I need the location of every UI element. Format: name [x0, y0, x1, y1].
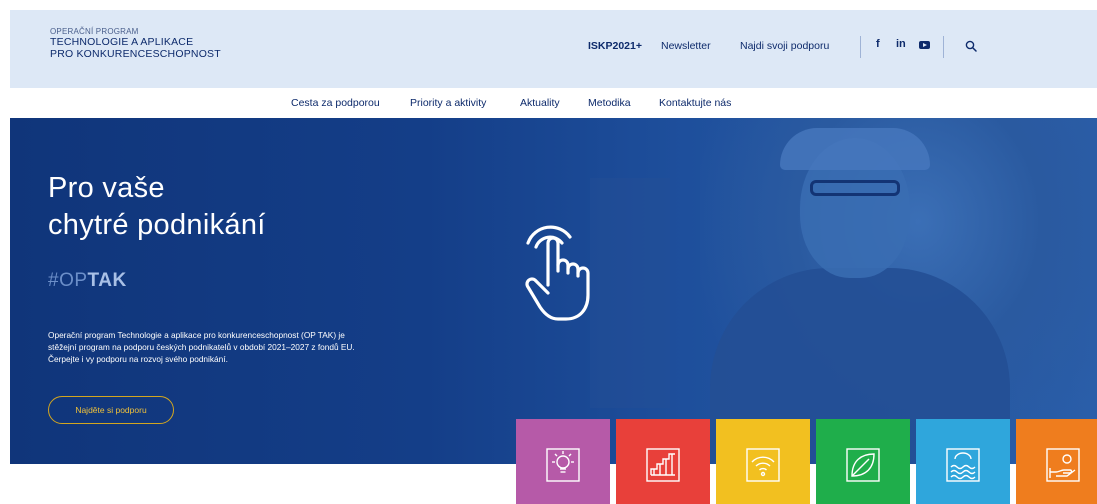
priority-tile-water[interactable] — [916, 419, 1010, 504]
lead-line-1: Operační program Technologie a aplikace … — [48, 330, 345, 340]
nav-item-priority[interactable]: Priority a aktivity — [410, 97, 486, 109]
header-divider — [943, 36, 944, 58]
hero-title-line-2: chytré podnikání — [48, 209, 266, 242]
growth-chart-icon — [646, 448, 680, 482]
nav-item-aktuality[interactable]: Aktuality — [520, 97, 560, 109]
newsletter-link[interactable]: Newsletter — [661, 40, 711, 52]
main-nav: Cesta za podporou Priority a aktivity Ak… — [10, 88, 1097, 118]
priority-tile-wifi[interactable] — [716, 419, 810, 504]
priority-tile-hand-coin[interactable] — [1016, 419, 1097, 504]
header-divider — [860, 36, 861, 58]
wifi-signal-icon — [746, 448, 780, 482]
lead-line-2: stěžejní program na podporu českých podn… — [48, 342, 355, 353]
water-waves-icon — [946, 448, 980, 482]
youtube-icon[interactable] — [919, 41, 930, 49]
priority-tile-leaf[interactable] — [816, 419, 910, 504]
hand-coin-icon — [1046, 448, 1080, 482]
nav-item-kontakt[interactable]: Kontaktujte nás — [659, 97, 731, 109]
site-header: OPERAČNÍ PROGRAM TECHNOLOGIE A APLIKACE … — [10, 10, 1097, 88]
leaf-icon — [846, 448, 880, 482]
hero-photo-helmet — [780, 128, 930, 170]
page: OPERAČNÍ PROGRAM TECHNOLOGIE A APLIKACE … — [10, 10, 1097, 504]
background-shelf — [590, 178, 670, 408]
nav-item-metodika[interactable]: Metodika — [588, 97, 631, 109]
find-support-link[interactable]: Najdi svoji podporu — [740, 40, 829, 52]
lightbulb-icon — [546, 448, 580, 482]
tap-hand-icon — [525, 225, 590, 321]
priority-tile-growth[interactable] — [616, 419, 710, 504]
hashtag-prefix: #OP — [48, 270, 88, 291]
hashtag-bold: TAK — [87, 270, 127, 291]
hero-lead-text: Operační program Technologie a aplikace … — [48, 329, 468, 365]
hero-banner: Pro vaše chytré podnikání #OPTAK Operačn… — [10, 118, 1097, 464]
search-icon[interactable] — [965, 40, 977, 52]
hero-photo-glasses — [810, 180, 900, 196]
lead-line-3: Čerpejte i vy podporu na rozvoj svého po… — [48, 354, 228, 365]
find-support-button[interactable]: Najděte si podporu — [48, 396, 174, 424]
facebook-icon[interactable]: f — [876, 38, 880, 50]
hero-title: Pro vaše chytré podnikání — [48, 170, 266, 244]
hero-hashtag: #OPTAK — [48, 270, 127, 292]
header-links: ISKP2021+ Newsletter Najdi svoji podporu… — [10, 10, 1097, 88]
nav-item-cesta[interactable]: Cesta za podporou — [291, 97, 380, 109]
priority-tile-lightbulb[interactable] — [516, 419, 610, 504]
linkedin-icon[interactable]: in — [896, 38, 906, 50]
hero-title-line-1: Pro vaše — [48, 172, 165, 204]
iskp-link[interactable]: ISKP2021+ — [588, 40, 642, 52]
